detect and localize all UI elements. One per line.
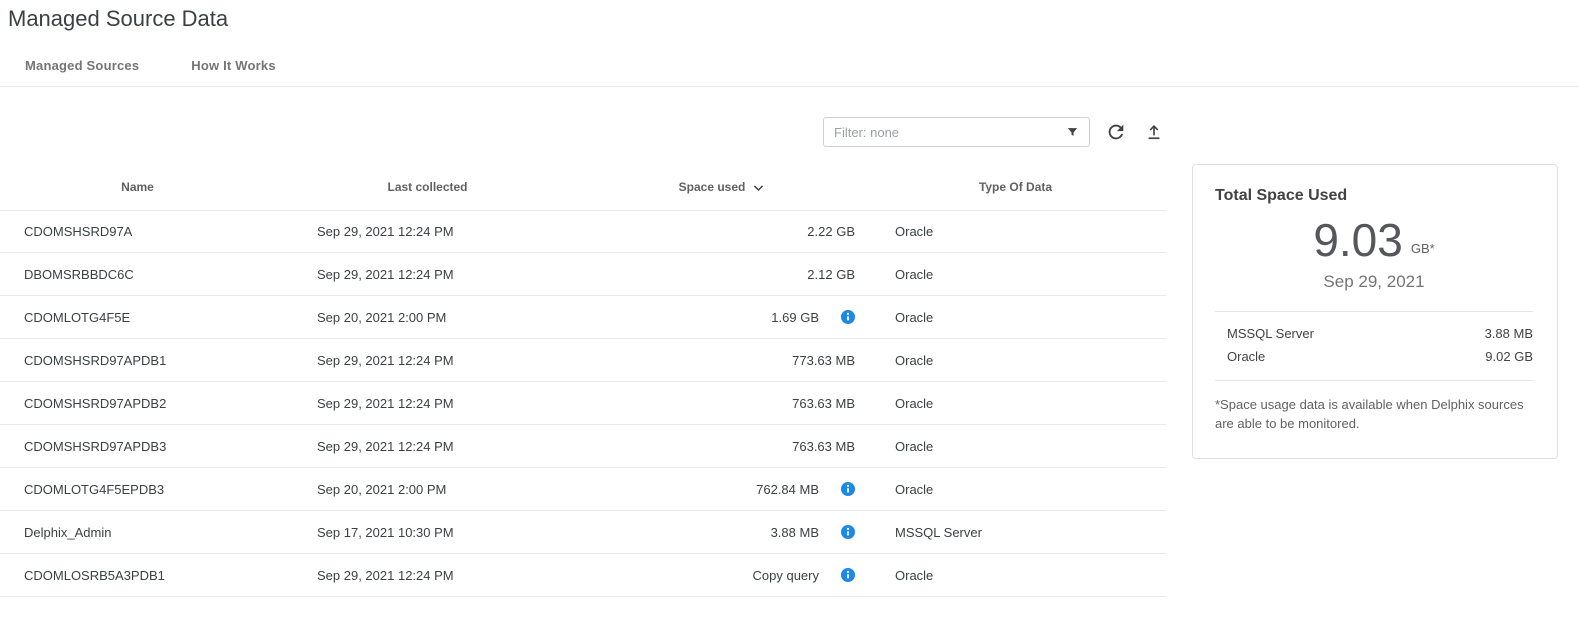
column-header-type-of-data[interactable]: Type Of Data: [865, 180, 1166, 194]
filter-box[interactable]: [823, 117, 1090, 147]
table-row[interactable]: CDOMLOTG4F5E Sep 20, 2021 2:00 PM 1.69 G…: [0, 296, 1166, 339]
last-collected: Sep 29, 2021 12:24 PM: [275, 224, 580, 239]
space-used-value: 3.88 MB: [771, 525, 819, 540]
data-type: Oracle: [865, 396, 1166, 411]
tab-managed-sources[interactable]: Managed Sources: [25, 58, 139, 73]
total-space-unit: GB*: [1411, 241, 1435, 263]
table-row[interactable]: Delphix_Admin Sep 17, 2021 10:30 PM 3.88…: [0, 511, 1166, 554]
space-used-cell: Copy query: [580, 568, 865, 583]
managed-source-data-page: Managed Source Data Managed Sources How …: [0, 6, 1579, 617]
column-header-last-collected[interactable]: Last collected: [275, 180, 580, 194]
total-space-used-panel: Total Space Used 9.03 GB* Sep 29, 2021 M…: [1192, 164, 1558, 459]
space-used-cell: 2.22 GB: [580, 224, 865, 239]
data-type: Oracle: [865, 267, 1166, 282]
data-type: Oracle: [865, 224, 1166, 239]
last-collected: Sep 29, 2021 12:24 PM: [275, 439, 580, 454]
source-name: DBOMSRBBDC6C: [0, 267, 275, 282]
table-row[interactable]: CDOMSHSRD97APDB2 Sep 29, 2021 12:24 PM 7…: [0, 382, 1166, 425]
breakdown-row-mssql: MSSQL Server 3.88 MB: [1215, 322, 1533, 345]
space-used-cell: 762.84 MB: [580, 482, 865, 497]
as-of-date: Sep 29, 2021: [1215, 272, 1533, 292]
info-icon[interactable]: [841, 482, 855, 496]
space-used-cell: 3.88 MB: [580, 525, 865, 540]
breakdown-label: MSSQL Server: [1227, 326, 1314, 341]
space-used-value: 1.69 GB: [771, 310, 819, 325]
total-space-value-row: 9.03 GB*: [1215, 217, 1533, 263]
info-icon[interactable]: [841, 568, 855, 582]
space-usage-footnote: *Space usage data is available when Delp…: [1215, 396, 1533, 434]
page-title: Managed Source Data: [8, 6, 1579, 32]
space-used-cell: 763.63 MB: [580, 396, 865, 411]
panel-title: Total Space Used: [1215, 187, 1533, 205]
managed-sources-table: Name Last collected Space used Type Of D…: [0, 164, 1166, 597]
data-type: MSSQL Server: [865, 525, 1166, 540]
table-toolbar: [0, 117, 1166, 147]
table-body: CDOMSHSRD97A Sep 29, 2021 12:24 PM 2.22 …: [0, 210, 1166, 597]
table-row[interactable]: DBOMSRBBDC6C Sep 29, 2021 12:24 PM 2.12 …: [0, 253, 1166, 296]
total-space-value: 9.03: [1313, 217, 1403, 263]
data-type: Oracle: [865, 439, 1166, 454]
main-content: Name Last collected Space used Type Of D…: [0, 164, 1579, 597]
space-used-cell: 763.63 MB: [580, 439, 865, 454]
copy-query-link[interactable]: Copy query: [753, 568, 819, 583]
space-used-value: 2.22 GB: [807, 224, 855, 239]
breakdown-value: 3.88 MB: [1485, 326, 1533, 341]
source-name: CDOMSHSRD97APDB3: [0, 439, 275, 454]
space-used-cell: 773.63 MB: [580, 353, 865, 368]
last-collected: Sep 20, 2021 2:00 PM: [275, 482, 580, 497]
source-name: CDOMSHSRD97APDB2: [0, 396, 275, 411]
column-header-name[interactable]: Name: [0, 180, 275, 194]
column-header-space-used[interactable]: Space used: [580, 180, 865, 195]
export-button[interactable]: [1142, 120, 1166, 144]
table-row[interactable]: CDOMLOSRB5A3PDB1 Sep 29, 2021 12:24 PM C…: [0, 554, 1166, 597]
last-collected: Sep 17, 2021 10:30 PM: [275, 525, 580, 540]
data-type: Oracle: [865, 310, 1166, 325]
table-row[interactable]: CDOMSHSRD97APDB3 Sep 29, 2021 12:24 PM 7…: [0, 425, 1166, 468]
space-used-value: 762.84 MB: [756, 482, 819, 497]
space-used-value: 763.63 MB: [792, 396, 855, 411]
source-name: CDOMSHSRD97APDB1: [0, 353, 275, 368]
info-icon[interactable]: [841, 525, 855, 539]
space-used-value: 773.63 MB: [792, 353, 855, 368]
space-breakdown-list: MSSQL Server 3.88 MB Oracle 9.02 GB: [1215, 311, 1533, 381]
info-icon[interactable]: [841, 310, 855, 324]
space-used-cell: 1.69 GB: [580, 310, 865, 325]
space-used-value: 2.12 GB: [807, 267, 855, 282]
table-row[interactable]: CDOMSHSRD97A Sep 29, 2021 12:24 PM 2.22 …: [0, 210, 1166, 253]
data-type: Oracle: [865, 353, 1166, 368]
source-name: CDOMSHSRD97A: [0, 224, 275, 239]
filter-funnel-icon[interactable]: [1065, 125, 1080, 140]
table-row[interactable]: CDOMSHSRD97APDB1 Sep 29, 2021 12:24 PM 7…: [0, 339, 1166, 382]
breakdown-row-oracle: Oracle 9.02 GB: [1215, 345, 1533, 368]
tab-bar: Managed Sources How It Works: [0, 58, 1579, 87]
space-used-value: 763.63 MB: [792, 439, 855, 454]
data-type: Oracle: [865, 568, 1166, 583]
last-collected: Sep 29, 2021 12:24 PM: [275, 396, 580, 411]
table-header-row: Name Last collected Space used Type Of D…: [0, 164, 1166, 210]
refresh-button[interactable]: [1104, 120, 1128, 144]
space-used-cell: 2.12 GB: [580, 267, 865, 282]
data-type: Oracle: [865, 482, 1166, 497]
source-name: CDOMLOTG4F5EPDB3: [0, 482, 275, 497]
last-collected: Sep 29, 2021 12:24 PM: [275, 353, 580, 368]
table-row[interactable]: CDOMLOTG4F5EPDB3 Sep 20, 2021 2:00 PM 76…: [0, 468, 1166, 511]
last-collected: Sep 29, 2021 12:24 PM: [275, 267, 580, 282]
filter-input[interactable]: [834, 125, 1065, 140]
source-name: Delphix_Admin: [0, 525, 275, 540]
last-collected: Sep 29, 2021 12:24 PM: [275, 568, 580, 583]
last-collected: Sep 20, 2021 2:00 PM: [275, 310, 580, 325]
source-name: CDOMLOSRB5A3PDB1: [0, 568, 275, 583]
breakdown-value: 9.02 GB: [1485, 349, 1533, 364]
breakdown-label: Oracle: [1227, 349, 1265, 364]
tab-how-it-works[interactable]: How It Works: [191, 58, 276, 73]
source-name: CDOMLOTG4F5E: [0, 310, 275, 325]
sort-desc-icon: [751, 180, 766, 195]
